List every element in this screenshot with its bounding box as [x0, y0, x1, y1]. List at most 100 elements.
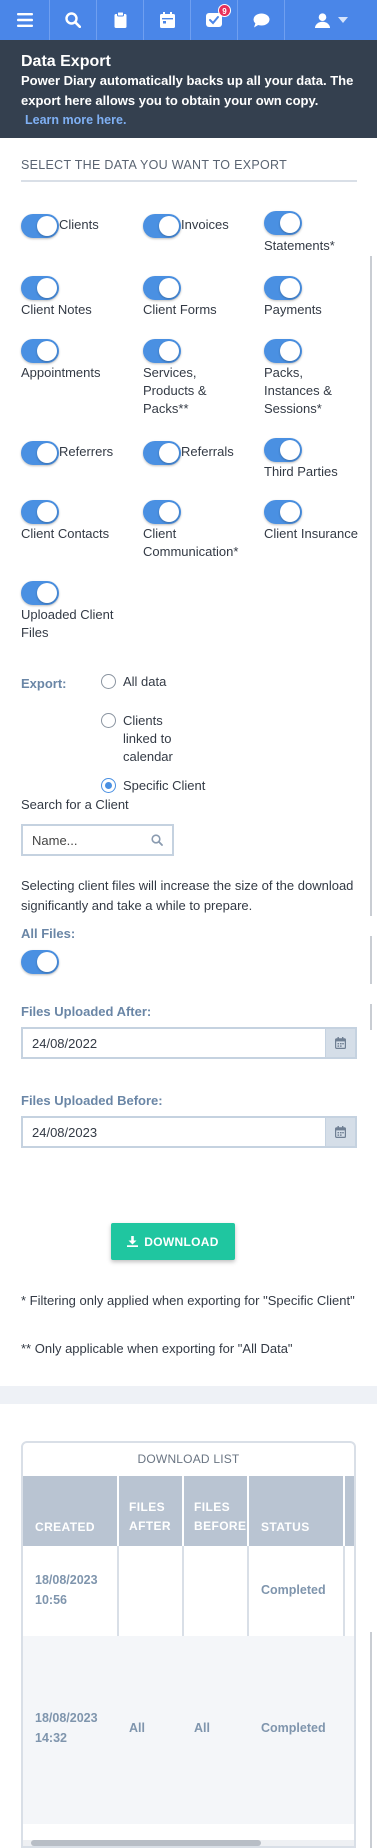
column-header-label: FILES BEFORE [194, 1500, 247, 1533]
cell-files-after: All [129, 1721, 145, 1735]
chat-icon [253, 13, 269, 27]
search-icon [151, 834, 163, 846]
download-list-title: DOWNLOAD LIST [137, 1452, 240, 1466]
toggle-client-insurance[interactable] [264, 500, 302, 524]
toggle-invoices[interactable] [143, 214, 181, 238]
section-divider [0, 1386, 377, 1404]
radio-clients-linked-to-calendar[interactable] [101, 713, 116, 728]
download-icon [127, 1236, 139, 1247]
toggle-services-products-packs[interactable] [143, 339, 181, 363]
vertical-scrollbar[interactable] [370, 256, 372, 916]
toggle-clients[interactable] [21, 214, 59, 238]
toggle-label-client-communication: Client Communication* [143, 526, 239, 559]
download-button-label: DOWNLOAD [144, 1234, 219, 1249]
toggle-label-client-insurance: Client Insurance [264, 526, 358, 541]
toggle-label-client-notes: Client Notes [21, 302, 92, 317]
toggle-label-referrals: Referrals [181, 444, 234, 459]
top-navigation-bar: 9 [0, 0, 377, 40]
toggle-client-communication[interactable] [143, 500, 181, 524]
files-before-field [21, 1116, 357, 1148]
files-size-note: Selecting client files will increase the… [21, 878, 354, 913]
search-button[interactable] [50, 0, 97, 40]
toggle-label-client-forms: Client Forms [143, 302, 217, 317]
toggle-referrers[interactable] [21, 441, 59, 465]
toggle-packs-instances-sessions[interactable] [264, 339, 302, 363]
radio-label-clients-linked-to-calendar: Clients linked to calendar [123, 713, 173, 764]
calendar-icon [335, 1037, 346, 1049]
cell-created: 18/08/2023 14:32 [35, 1711, 98, 1745]
files-after-calendar-button[interactable] [325, 1029, 355, 1057]
clipboard-icon [114, 12, 126, 28]
client-search-field [21, 824, 174, 856]
toggle-label-invoices: Invoices [181, 217, 229, 232]
calendar-icon [335, 1126, 346, 1138]
toggle-label-referrers: Referrers [59, 444, 114, 459]
files-before-label: Files Uploaded Before: [21, 1093, 163, 1108]
files-after-input[interactable] [23, 1029, 313, 1057]
radio-label-specific-client: Specific Client [123, 778, 206, 793]
cell-files-before: All [194, 1721, 210, 1735]
column-header-label: CREATED [35, 1520, 95, 1534]
download-list-card: DOWNLOAD LIST CREATED FILES AFTER FILES … [21, 1441, 356, 1848]
cell-status: Completed [261, 1721, 326, 1735]
caret-down-icon [337, 17, 348, 23]
toggle-all-files[interactable] [21, 950, 59, 974]
column-header-label: STATUS [261, 1520, 310, 1534]
chat-button[interactable] [238, 0, 285, 40]
toggle-payments[interactable] [264, 276, 302, 300]
radio-all-data[interactable] [101, 674, 116, 689]
toggle-client-contacts[interactable] [21, 500, 59, 524]
tasks-button[interactable]: 9 [191, 0, 238, 40]
toggle-label-third-parties: Third Parties [264, 464, 338, 479]
vertical-scrollbar[interactable] [370, 1632, 372, 1848]
column-header-status[interactable]: STATUS [249, 1476, 345, 1546]
clipboard-button[interactable] [97, 0, 144, 40]
data-export-header: Data Export Power Diary automatically ba… [0, 40, 377, 138]
column-header-files-before[interactable]: FILES BEFORE [184, 1476, 249, 1546]
toggle-label-packs-instances-sessions: Packs, Instances & Sessions* [264, 365, 332, 416]
toggle-third-parties[interactable] [264, 438, 302, 462]
page-description: Power Diary automatically backs up all y… [21, 71, 377, 131]
toggle-label-client-contacts: Client Contacts [21, 526, 110, 541]
footnote-all-data: ** Only applicable when exporting for "A… [21, 1341, 293, 1356]
horizontal-scrollbar-thumb[interactable] [31, 1840, 261, 1846]
toggle-client-forms[interactable] [143, 276, 181, 300]
toggle-client-notes[interactable] [21, 276, 59, 300]
search-client-label: Search for a Client [21, 797, 129, 812]
calendar-button[interactable] [144, 0, 191, 40]
toggle-label-clients: Clients [59, 217, 99, 232]
toggle-referrals[interactable] [143, 441, 181, 465]
toggle-uploaded-client-files[interactable] [21, 581, 59, 605]
column-header-created[interactable]: CREATED [23, 1476, 119, 1546]
table-row[interactable]: 18/08/2023 10:56 Completed [23, 1546, 354, 1636]
toggle-statements[interactable] [264, 211, 302, 235]
cell-status: Completed [261, 1583, 326, 1597]
radio-specific-client[interactable] [101, 778, 116, 793]
calendar-icon [159, 12, 175, 28]
user-menu-button[interactable] [285, 0, 377, 40]
download-button[interactable]: DOWNLOAD [111, 1223, 235, 1260]
export-label: Export: [21, 676, 67, 691]
horizontal-scrollbar[interactable] [23, 1840, 354, 1846]
notification-badge: 9 [218, 4, 231, 17]
files-before-input[interactable] [23, 1118, 313, 1146]
toggle-label-uploaded-client-files: Uploaded Client Files [21, 607, 114, 640]
learn-more-link[interactable]: Learn more here. [25, 111, 126, 131]
toggle-label-services-products-packs: Services, Products & Packs** [143, 365, 207, 416]
column-header-label: FILES AFTER [129, 1500, 171, 1533]
table-row[interactable]: 18/08/2023 14:32 All All Completed [23, 1636, 354, 1824]
vertical-scrollbar-segment[interactable] [370, 936, 372, 984]
vertical-scrollbar-segment[interactable] [370, 1004, 372, 1030]
section-title: SELECT THE DATA YOU WANT TO EXPORT [21, 158, 357, 182]
search-icon [65, 12, 81, 28]
client-search-input[interactable] [23, 826, 138, 854]
files-after-label: Files Uploaded After: [21, 1004, 152, 1019]
toggle-label-payments: Payments [264, 302, 322, 317]
files-before-calendar-button[interactable] [325, 1118, 355, 1146]
radio-label-all-data: All data [123, 674, 167, 689]
menu-button[interactable] [0, 0, 50, 40]
cell-created: 18/08/2023 10:56 [35, 1573, 98, 1607]
footnote-specific-client: * Filtering only applied when exporting … [21, 1293, 355, 1308]
column-header-files-after[interactable]: FILES AFTER [119, 1476, 184, 1546]
toggle-appointments[interactable] [21, 339, 59, 363]
